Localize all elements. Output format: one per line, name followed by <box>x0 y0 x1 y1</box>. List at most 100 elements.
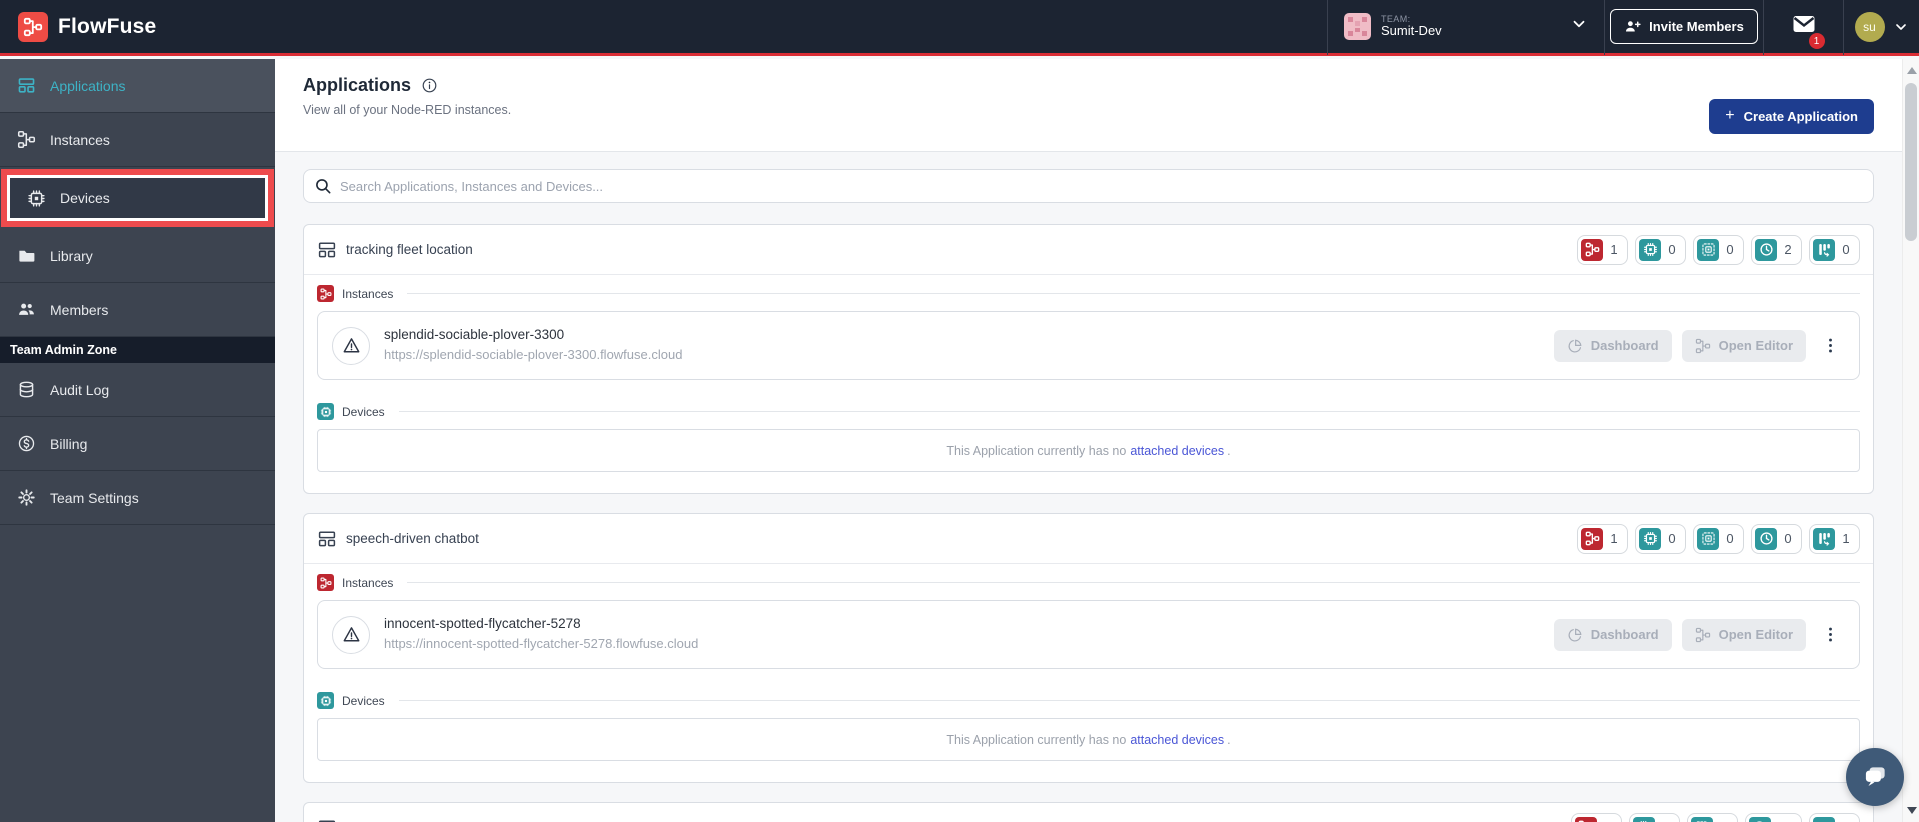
attached-devices-link[interactable]: attached devices <box>1130 444 1224 458</box>
application-icon <box>317 240 337 260</box>
pipelines-icon <box>1813 527 1835 550</box>
attached-devices-link[interactable]: attached devices <box>1130 733 1224 747</box>
devices-icon <box>317 403 334 420</box>
scroll-down-arrow-icon[interactable] <box>1907 807 1917 814</box>
invite-members-button[interactable]: Invite Members <box>1610 9 1758 44</box>
search-bar <box>303 169 1874 203</box>
application-icon <box>317 529 337 549</box>
chat-widget-button[interactable] <box>1846 748 1904 806</box>
devices-icon <box>26 188 46 208</box>
instance-row[interactable]: innocent-spotted-flycatcher-5278 https:/… <box>317 600 1860 669</box>
no-devices-message: This Application currently has no attach… <box>317 718 1860 761</box>
scrollbar[interactable] <box>1902 59 1919 822</box>
instance-url: https://splendid-sociable-plover-3300.fl… <box>384 347 683 363</box>
device-group-icon <box>1690 816 1713 822</box>
device-group-count-badge[interactable]: 0 <box>1693 523 1744 554</box>
search-input[interactable] <box>340 178 1863 194</box>
sidebar: Applications Instances Devices Library M… <box>0 59 275 822</box>
pipelines-icon <box>1813 238 1835 261</box>
device-count-badge[interactable]: 1 <box>1628 812 1680 822</box>
devices-icon <box>317 692 334 709</box>
team-selector[interactable]: TEAM: Sumit-Dev <box>1327 0 1604 55</box>
device-group-icon <box>1697 527 1719 550</box>
devices-highlight-box: Devices <box>1 169 274 227</box>
billing-icon <box>16 434 36 454</box>
instance-count-badge[interactable]: 3 <box>1570 812 1622 822</box>
user-menu[interactable]: su <box>1843 0 1919 55</box>
instances-icon <box>317 285 334 302</box>
sidebar-item-members[interactable]: Members <box>0 283 275 337</box>
device-group-count-badge[interactable]: 0 <box>1693 234 1744 265</box>
sidebar-item-team-settings[interactable]: Team Settings <box>0 471 275 525</box>
main-content: Applications View all of your Node-RED i… <box>275 59 1902 822</box>
team-name: Sumit-Dev <box>1381 23 1442 39</box>
clock-icon <box>1755 527 1777 550</box>
brand-name: FlowFuse <box>58 14 157 38</box>
page-title: Applications <box>303 75 412 95</box>
device-group-icon <box>1697 238 1719 261</box>
sidebar-item-library[interactable]: Library <box>0 229 275 283</box>
instance-name: innocent-spotted-flycatcher-5278 <box>384 616 581 632</box>
flowfuse-logo-icon <box>18 11 48 42</box>
device-count-badge[interactable]: 0 <box>1635 523 1686 554</box>
instance-count-badge[interactable]: 1 <box>1577 234 1628 265</box>
chat-bubbles-icon <box>1860 762 1890 792</box>
application-name[interactable]: speech-driven chatbot <box>346 531 479 546</box>
device-group-count-badge[interactable]: 0 <box>1686 812 1738 822</box>
pie-chart-icon <box>1567 338 1583 354</box>
divider <box>407 293 1860 294</box>
clock-icon <box>1748 816 1771 822</box>
kebab-menu-icon[interactable] <box>1816 335 1845 356</box>
warning-icon <box>342 336 361 355</box>
dashboard-button[interactable]: Dashboard <box>1553 329 1672 362</box>
dashboard-button[interactable]: Dashboard <box>1553 618 1672 651</box>
instance-row[interactable]: splendid-sociable-plover-3300 https://sp… <box>317 311 1860 380</box>
chevron-down-icon <box>1570 15 1588 38</box>
instance-status-icon <box>332 326 370 365</box>
snapshot-count-badge[interactable]: 0 <box>1751 523 1802 554</box>
sidebar-item-devices[interactable]: Devices <box>10 178 265 218</box>
user-plus-icon <box>1624 18 1641 35</box>
application-card: test 3 1 0 20 <box>303 802 1874 822</box>
instance-status-icon <box>332 615 370 654</box>
kebab-menu-icon[interactable] <box>1816 624 1845 645</box>
info-icon[interactable] <box>421 77 438 94</box>
pipeline-count-badge[interactable]: 0 <box>1809 812 1860 822</box>
create-application-button[interactable]: + Create Application <box>1709 98 1874 134</box>
pie-chart-icon <box>1567 627 1583 643</box>
scroll-up-arrow-icon[interactable] <box>1907 67 1917 74</box>
applications-icon <box>16 76 36 96</box>
search-icon <box>314 177 332 195</box>
device-count-badge[interactable]: 0 <box>1635 234 1686 265</box>
application-icon <box>317 818 337 822</box>
team-avatar <box>1344 13 1371 40</box>
flowfuse-logo[interactable]: FlowFuse <box>0 11 174 42</box>
devices-section-label: Devices <box>342 693 385 708</box>
devices-icon <box>1639 527 1661 550</box>
notification-badge: 1 <box>1808 33 1825 49</box>
divider <box>398 700 1860 701</box>
top-bar: FlowFuse TEAM: Sumit-Dev Invite Members … <box>0 0 1919 56</box>
open-editor-button[interactable]: Open Editor <box>1681 329 1806 362</box>
instances-icon <box>1574 816 1597 822</box>
pipeline-count-badge[interactable]: 0 <box>1809 234 1860 265</box>
scrollbar-thumb[interactable] <box>1905 83 1917 241</box>
editor-icon <box>1695 338 1711 354</box>
instance-url: https://innocent-spotted-flycatcher-5278… <box>384 636 699 652</box>
no-devices-message: This Application currently has no attach… <box>317 429 1860 472</box>
devices-icon <box>1639 238 1661 261</box>
snapshot-count-badge[interactable]: 20 <box>1744 812 1802 822</box>
application-name[interactable]: tracking fleet location <box>346 242 473 257</box>
sidebar-item-billing[interactable]: Billing <box>0 417 275 471</box>
sidebar-item-audit-log[interactable]: Audit Log <box>0 363 275 417</box>
chevron-down-icon <box>1893 19 1909 35</box>
sidebar-item-applications[interactable]: Applications <box>0 59 275 113</box>
team-settings-icon <box>16 488 36 508</box>
open-editor-button[interactable]: Open Editor <box>1681 618 1806 651</box>
audit-log-icon <box>16 380 36 400</box>
notifications-button[interactable]: 1 <box>1792 12 1825 49</box>
snapshot-count-badge[interactable]: 2 <box>1751 234 1802 265</box>
instance-count-badge[interactable]: 1 <box>1577 523 1628 554</box>
sidebar-item-instances[interactable]: Instances <box>0 113 275 167</box>
pipeline-count-badge[interactable]: 1 <box>1809 523 1860 554</box>
